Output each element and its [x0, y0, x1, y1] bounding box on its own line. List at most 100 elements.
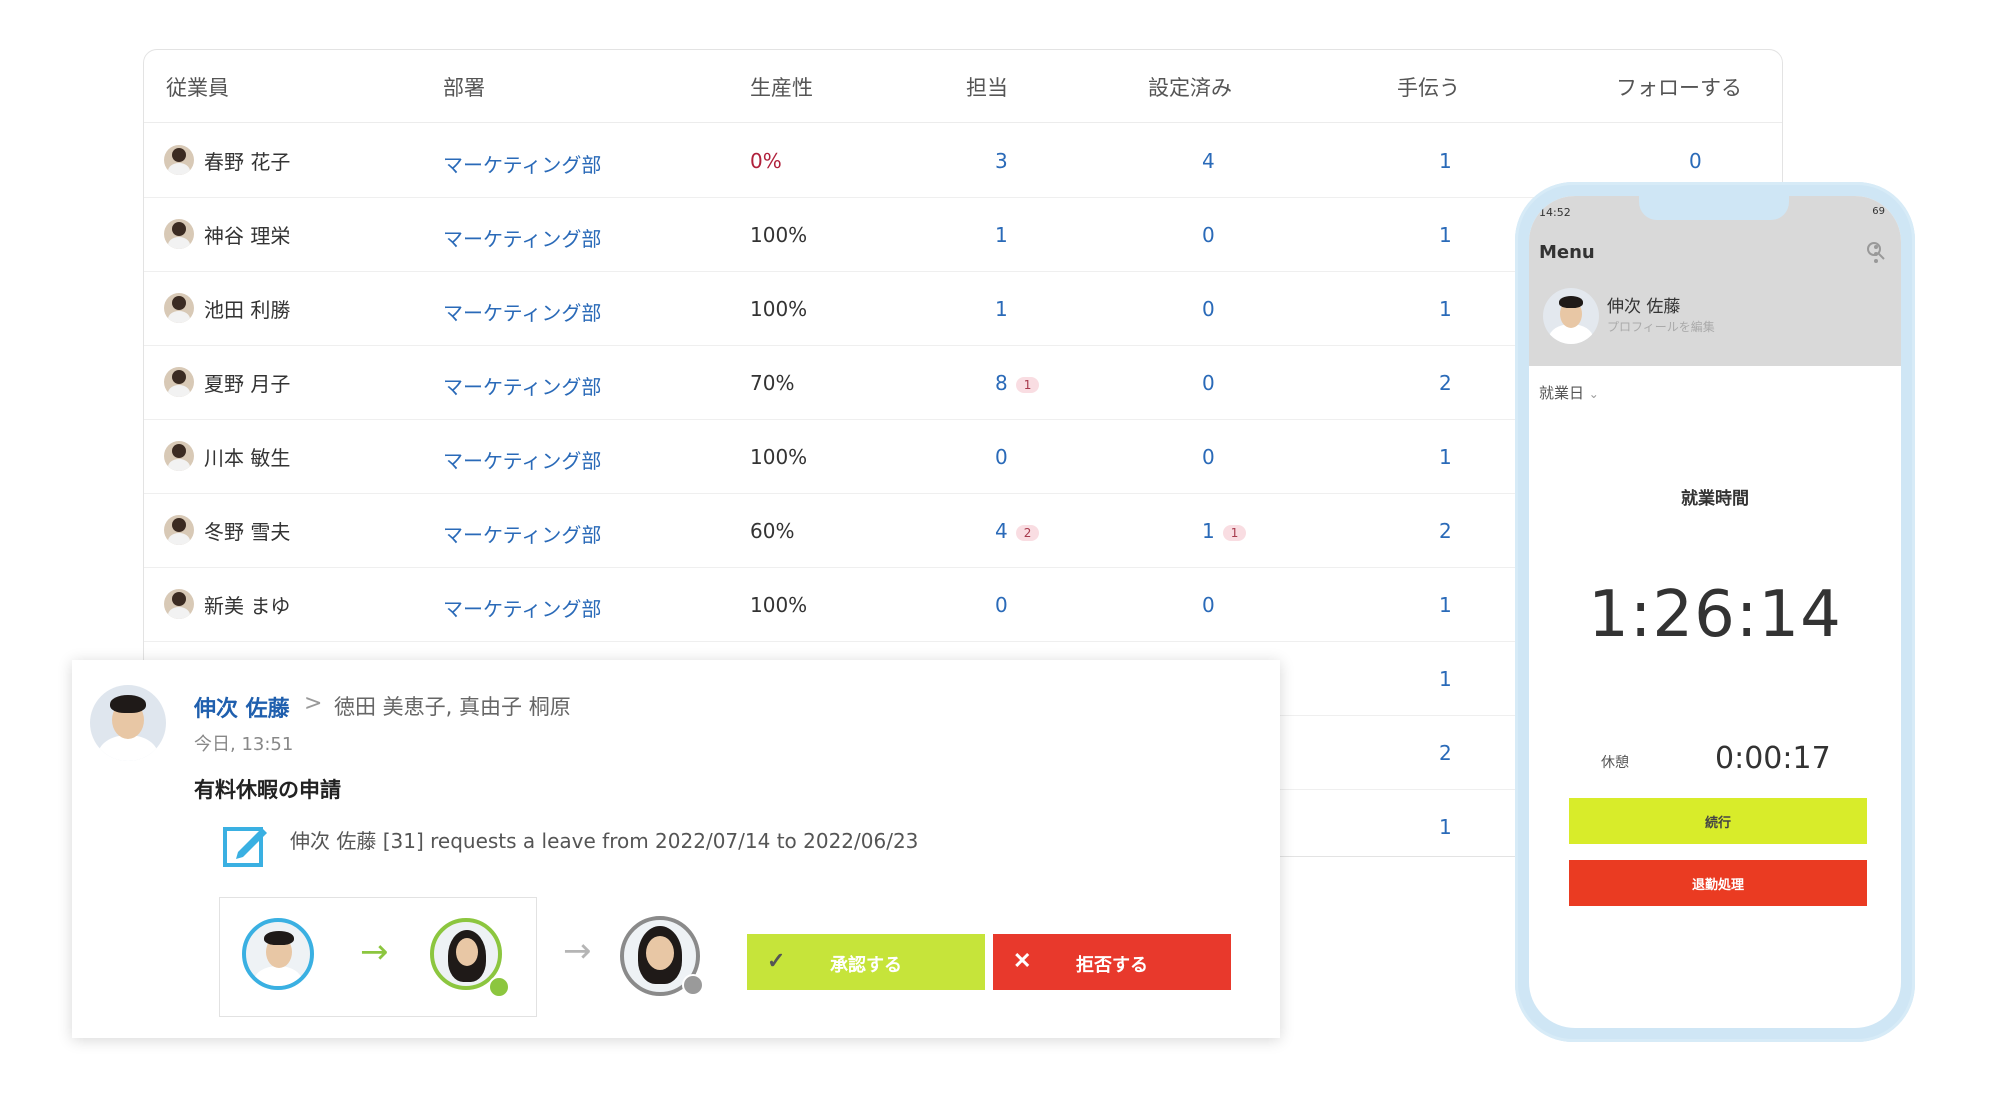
assigned-count[interactable]: 0 [995, 445, 1008, 469]
help-count[interactable]: 1 [1439, 667, 1452, 691]
department-link[interactable]: マーケティング部 [443, 371, 601, 400]
approve-label: 承認する [830, 955, 902, 975]
phone-notch [1639, 196, 1789, 220]
chevron-right-icon: > [304, 691, 323, 716]
configured-badge: 1 [1222, 524, 1247, 541]
department-link[interactable]: マーケティング部 [443, 593, 601, 622]
employee-cell[interactable]: 新美 まゆ [164, 589, 290, 619]
employee-cell[interactable]: 神谷 理栄 [164, 219, 290, 249]
phone-header: 14:52 69 Menu 伸次 佐藤 プロフィールを編集 [1529, 196, 1901, 366]
header-employee[interactable]: 従業員 [166, 72, 229, 102]
configured-count[interactable]: 4 [1202, 149, 1215, 173]
leave-request-card: 伸次 佐藤 > 徳田 美恵子, 真由子 桐原 今日, 13:51 有料休暇の申請… [72, 660, 1280, 1038]
employee-name: 春野 花子 [204, 149, 291, 174]
flow-avatar-requester [242, 918, 314, 990]
help-count[interactable]: 2 [1439, 519, 1452, 543]
department-link[interactable]: マーケティング部 [443, 297, 601, 326]
help-count[interactable]: 1 [1439, 297, 1452, 321]
configured-count[interactable]: 0 [1202, 371, 1215, 395]
employee-cell[interactable]: 冬野 雪夫 [164, 515, 290, 545]
avatar [164, 367, 194, 397]
approve-button[interactable]: ✓ 承認する [747, 934, 985, 990]
clock-icon [682, 974, 704, 996]
check-icon [488, 976, 510, 998]
workday-dropdown[interactable]: 就業日 ⌄ [1539, 382, 1599, 403]
configured-count[interactable]: 0 [1202, 297, 1215, 321]
header-follow[interactable]: フォローする [1616, 72, 1742, 102]
employee-name: 新美 まゆ [204, 593, 291, 618]
assigned-count[interactable]: 1 [995, 297, 1008, 321]
productivity-value: 0% [750, 149, 782, 173]
edit-icon [223, 827, 267, 867]
employee-cell[interactable]: 池田 利勝 [164, 293, 290, 323]
more-vertical-icon[interactable] [1873, 244, 1879, 268]
work-timer: 1:26:14 [1588, 578, 1842, 652]
productivity-value: 70% [750, 371, 795, 395]
table-row[interactable]: 春野 花子 マーケティング部 0% 3 4 1 0 [144, 123, 1782, 198]
assigned-cell[interactable]: 42 [995, 519, 1040, 543]
help-count[interactable]: 1 [1439, 149, 1452, 173]
menu-title[interactable]: Menu [1539, 242, 1595, 263]
employee-name: 池田 利勝 [204, 297, 291, 322]
requester-avatar [90, 685, 166, 761]
header-help[interactable]: 手伝う [1397, 72, 1460, 102]
edit-profile-link[interactable]: プロフィールを編集 [1607, 318, 1715, 335]
assigned-count[interactable]: 1 [995, 223, 1008, 247]
avatar-hair [264, 931, 294, 945]
assigned-count[interactable]: 3 [995, 149, 1008, 173]
help-count[interactable]: 1 [1439, 223, 1452, 247]
department-link[interactable]: マーケティング部 [443, 519, 601, 548]
employee-name: 夏野 月子 [204, 371, 291, 396]
avatar [164, 145, 194, 175]
request-description: 伸次 佐藤 [31] requests a leave from 2022/07… [290, 829, 919, 853]
configured-cell[interactable]: 11 [1202, 519, 1247, 543]
avatar-hair [110, 695, 146, 713]
table-header: 従業員 部署 生産性 担当 設定済み 手伝う フォローする [144, 50, 1782, 123]
employee-name: 冬野 雪夫 [204, 519, 291, 544]
department-link[interactable]: マーケティング部 [443, 149, 601, 178]
avatar-hair [1559, 296, 1583, 308]
reject-button[interactable]: ✕ 拒否する [993, 934, 1231, 990]
request-title: 有料休暇の申請 [194, 778, 341, 802]
profile-avatar[interactable] [1543, 288, 1599, 344]
header-configured[interactable]: 設定済み [1148, 72, 1232, 102]
employee-name: 川本 敏生 [204, 445, 291, 470]
avatar [164, 293, 194, 323]
follow-count[interactable]: 0 [1689, 149, 1702, 173]
help-count[interactable]: 1 [1439, 815, 1452, 839]
clock-out-button[interactable]: 退勤処理 [1569, 860, 1867, 906]
configured-count[interactable]: 0 [1202, 445, 1215, 469]
approver-names: 徳田 美恵子, 真由子 桐原 [334, 695, 571, 719]
employee-cell[interactable]: 川本 敏生 [164, 441, 290, 471]
employee-cell[interactable]: 夏野 月子 [164, 367, 290, 397]
assigned-cell[interactable]: 81 [995, 371, 1040, 395]
profile-name[interactable]: 伸次 佐藤 [1607, 292, 1680, 317]
help-count[interactable]: 2 [1439, 741, 1452, 765]
avatar [164, 589, 194, 619]
reject-label: 拒否する [1076, 955, 1148, 975]
help-count[interactable]: 1 [1439, 593, 1452, 617]
department-link[interactable]: マーケティング部 [443, 445, 601, 474]
help-count[interactable]: 2 [1439, 371, 1452, 395]
continue-button[interactable]: 続行 [1569, 798, 1867, 844]
assigned-count[interactable]: 0 [995, 593, 1008, 617]
arrow-right-icon: → [360, 932, 389, 972]
phone-screen: 14:52 69 Menu 伸次 佐藤 プロフィールを編集 就業日 ⌄ 就業時間… [1529, 196, 1901, 1028]
header-productivity[interactable]: 生産性 [750, 72, 813, 102]
header-assigned[interactable]: 担当 [966, 72, 1008, 102]
productivity-value: 100% [750, 297, 808, 321]
requester-name[interactable]: 伸次 佐藤 [194, 691, 290, 723]
configured-count[interactable]: 0 [1202, 593, 1215, 617]
department-link[interactable]: マーケティング部 [443, 223, 601, 252]
header-department[interactable]: 部署 [443, 72, 485, 102]
work-time-title: 就業時間 [1681, 489, 1749, 509]
avatar-shirt [254, 966, 302, 986]
productivity-value: 100% [750, 223, 808, 247]
help-count[interactable]: 1 [1439, 445, 1452, 469]
configured-count[interactable]: 0 [1202, 223, 1215, 247]
break-label: 休憩 [1601, 755, 1629, 771]
productivity-value: 100% [750, 445, 808, 469]
chevron-down-icon: ⌄ [1588, 387, 1599, 401]
employee-cell[interactable]: 春野 花子 [164, 145, 290, 175]
assigned-badge: 2 [1015, 524, 1040, 541]
